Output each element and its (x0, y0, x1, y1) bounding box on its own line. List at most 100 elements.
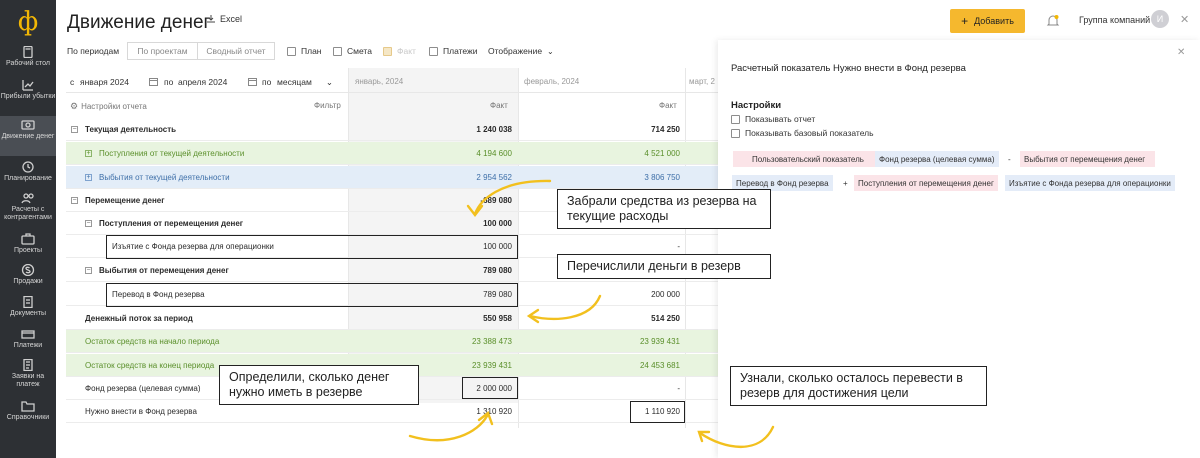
sidebar-item-label: Проекты (13, 247, 43, 254)
estimate-checkbox[interactable]: Смета (333, 46, 372, 56)
cell-value: 714 250 (651, 125, 680, 134)
sidebar-item-label: Справочники (6, 414, 50, 421)
close-icon[interactable]: ✕ (1180, 13, 1189, 26)
formula-token[interactable]: Поступления от перемещения денег (854, 175, 998, 191)
callout-remaining-amount: Узнали, сколько осталось перевести в рез… (730, 366, 987, 406)
cell-value: 1 240 038 (476, 125, 512, 134)
collapse-icon[interactable]: − (71, 126, 78, 133)
formula-token[interactable]: Пользовательский показатель (733, 151, 875, 167)
cell-value: 514 250 (651, 314, 680, 323)
table-row[interactable]: − Текущая деятельность 1 240 038 714 250 (66, 118, 718, 141)
sidebar-item-requests[interactable]: Заявки на платеж (0, 358, 56, 389)
fact-checkbox[interactable]: Факт (383, 46, 416, 56)
from-label: с (70, 77, 75, 87)
sidebar-item-payments[interactable]: Платежи (0, 328, 56, 350)
sidebar-item-documents[interactable]: Документы (0, 295, 56, 318)
sidebar-item-label: Планирование (4, 175, 52, 182)
show-report-checkbox[interactable]: Показывать отчет (731, 114, 815, 124)
display-label: Отображение (488, 46, 543, 56)
sidebar-item-profit[interactable]: Прибыли убытки (0, 79, 56, 101)
plan-checkbox[interactable]: План (287, 46, 322, 56)
sidebar-item-sales[interactable]: Продажи (0, 263, 56, 286)
to-label: по (164, 77, 174, 87)
table-row[interactable]: + Поступления от текущей деятельности 4 … (66, 142, 718, 165)
payments-label: Платежи (443, 46, 478, 56)
avatar[interactable]: И (1151, 10, 1169, 28)
calendar-icon[interactable] (149, 77, 158, 86)
formula-operator: - (1008, 154, 1011, 164)
callout-target-amount: Определили, сколько денег нужно иметь в … (219, 365, 419, 405)
tab-by-projects[interactable]: По проектам (127, 42, 198, 60)
cell-value: 23 388 473 (471, 337, 512, 346)
step-select[interactable]: месяцам ⌄ (277, 77, 333, 88)
cell-value: 2 954 562 (476, 173, 512, 182)
formula-token[interactable]: Выбытия от перемещения денег (1020, 151, 1155, 167)
to-date-input[interactable]: апреля 2024 (178, 77, 227, 87)
tab-by-periods[interactable]: По периодам (67, 46, 119, 56)
collapse-icon[interactable]: − (85, 220, 92, 227)
column-header-jan: январь, 2024 (355, 77, 404, 86)
show-report-label: Показывать отчет (745, 114, 816, 124)
highlight-box (106, 235, 518, 259)
checkbox-icon (287, 46, 296, 56)
show-base-checkbox[interactable]: Показывать базовый показатель (731, 128, 874, 138)
panel-title: Расчетный показатель Нужно внести в Фонд… (731, 63, 966, 74)
cell-value: 550 958 (483, 314, 512, 323)
step-value: месяцам (277, 77, 312, 87)
from-date-input[interactable]: января 2024 (80, 77, 129, 87)
formula-token[interactable]: Изъятие с Фонда резерва для операционки (1005, 175, 1175, 191)
add-button[interactable]: + Добавить (950, 9, 1025, 33)
cell-value: 23 939 431 (639, 337, 680, 346)
dollar-icon (21, 263, 35, 277)
excel-export-button[interactable]: Excel (206, 14, 242, 24)
sidebar-item-cashflow[interactable]: Движение денег (0, 116, 56, 156)
checkbox-icon (429, 46, 438, 56)
sidebar-item-partners[interactable]: Расчеты с контрагентами (0, 192, 56, 222)
sidebar-item-planning[interactable]: Планирование (0, 161, 56, 183)
payments-checkbox[interactable]: Платежи (429, 46, 477, 56)
sidebar-item-dashboard[interactable]: Рабочий стол (0, 45, 56, 68)
folder-icon (21, 400, 35, 412)
expand-icon[interactable]: + (85, 174, 92, 181)
subhead-fact: Факт (659, 101, 677, 110)
company-name[interactable]: Группа компаний (1079, 15, 1150, 25)
plus-icon: + (961, 14, 969, 28)
money-flow-icon (21, 119, 35, 131)
arrow-head (697, 430, 711, 443)
sidebar-item-directories[interactable]: Справочники (0, 400, 56, 422)
sidebar-item-label: Документы (9, 310, 47, 317)
close-icon[interactable]: ✕ (1177, 47, 1185, 58)
collapse-icon[interactable]: − (85, 267, 92, 274)
expand-icon[interactable]: + (85, 150, 92, 157)
app-logo[interactable]: ф (0, 0, 56, 44)
document-icon (21, 295, 35, 309)
report-settings-link[interactable]: ⚙ Настройки отчета (70, 101, 147, 112)
cell-value: 3 806 750 (644, 173, 680, 182)
request-icon (21, 358, 35, 372)
calendar-icon[interactable] (248, 77, 257, 86)
column-header-mar: март, 2 (689, 77, 715, 86)
sidebar-item-label: Платежи (13, 342, 43, 349)
tab-summary[interactable]: Сводный отчет (197, 42, 275, 60)
checkbox-checked-icon (383, 46, 392, 56)
partners-icon (21, 192, 35, 204)
callout-reserve-withdrawal: Забрали средства из резерва на текущие р… (557, 189, 771, 229)
cell-value: 200 000 (651, 290, 680, 299)
sidebar-item-projects[interactable]: Проекты (0, 233, 56, 255)
table-row[interactable]: Остаток средств на начало периода 23 388… (66, 330, 718, 353)
column-header-feb: февраль, 2024 (524, 77, 580, 86)
collapse-icon[interactable]: − (71, 197, 78, 204)
briefcase-icon (21, 233, 35, 245)
table-row[interactable]: + Выбытия от текущей деятельности 2 954 … (66, 166, 718, 189)
bell-icon[interactable] (1046, 14, 1060, 28)
display-dropdown[interactable]: Отображение ⌄ (488, 46, 554, 56)
table-row[interactable]: Денежный поток за период 550 958 514 250 (66, 307, 718, 330)
formula-token[interactable]: Фонд резерва (целевая сумма) (875, 151, 999, 167)
row-label: Фонд резерва (целевая сумма) (85, 384, 201, 393)
cell-value: 100 000 (483, 219, 512, 228)
filter-button[interactable]: Фильтр (314, 101, 341, 110)
chart-icon (21, 79, 35, 91)
logo-glyph: ф (17, 7, 39, 37)
page-title: Движение денег (67, 12, 211, 33)
chevron-down-icon: ⌄ (325, 77, 333, 87)
